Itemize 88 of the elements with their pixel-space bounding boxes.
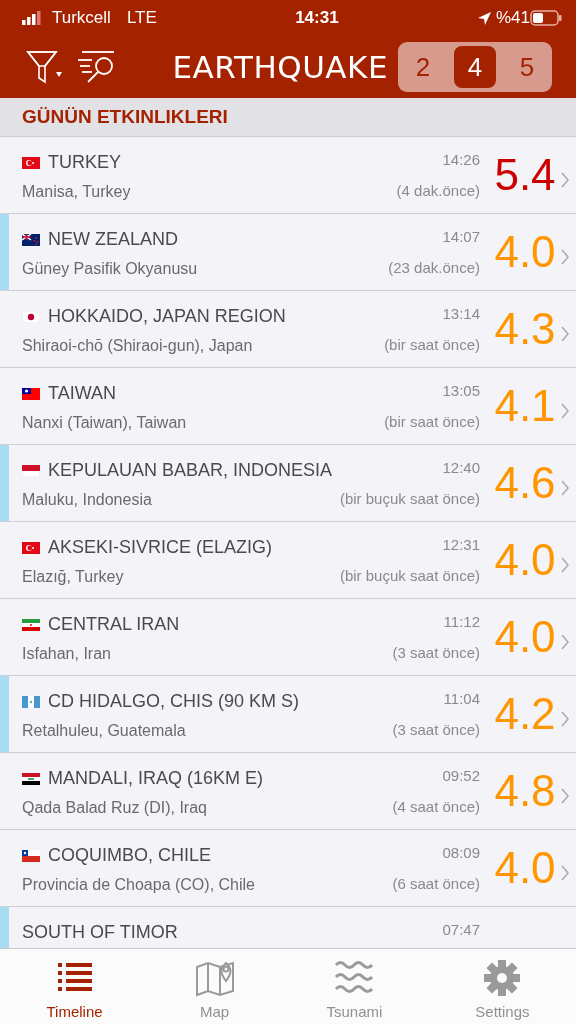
quake-place: Manisa, Turkey xyxy=(22,182,132,202)
quake-time: 07:47 xyxy=(442,920,480,940)
quake-time: 11:12 xyxy=(443,612,480,632)
magnitude-value: 4.0 xyxy=(493,230,557,278)
quake-time: 09:52 xyxy=(442,766,480,786)
flag-icon xyxy=(22,233,40,246)
quake-time: 13:05 xyxy=(442,381,480,401)
chevron-icon xyxy=(561,865,569,881)
magnitude-value: 4.3 xyxy=(493,307,557,355)
chevron-icon xyxy=(561,557,569,573)
quake-region: KEPULAUAN BABAR, INDONESIA xyxy=(48,459,333,482)
magnitude-value: 4.6 xyxy=(493,461,557,509)
relative-time: (3 saat önce) xyxy=(392,642,480,663)
quake-time: 13:14 xyxy=(442,304,480,324)
relative-time: (6 saat önce) xyxy=(392,873,480,894)
quake-region: CENTRAL IRAN xyxy=(48,613,180,636)
quake-region: TURKEY xyxy=(48,151,121,174)
carrier-name: Turkcell xyxy=(52,7,111,30)
magnitude-value: 4.0 xyxy=(493,615,557,663)
clock-time: 14:31 xyxy=(295,7,339,30)
chevron-icon xyxy=(561,788,569,804)
settings-icon xyxy=(483,959,522,997)
quake-place: Shiraoi-chō (Shiraoi-gun), Japan xyxy=(22,336,254,356)
search-list-icon[interactable] xyxy=(78,50,116,84)
magnitude-option[interactable]: 4 xyxy=(454,46,496,88)
chevron-icon xyxy=(561,249,569,265)
relative-time: (3 saat önce) xyxy=(392,719,480,740)
flag-icon xyxy=(22,387,40,400)
magnitude-value: 4.0 xyxy=(493,538,557,586)
relative-time: (bir saat önce) xyxy=(384,411,480,432)
relative-time: (bir buçuk saat önce) xyxy=(339,488,480,509)
quake-place: Nanxi (Taiwan), Taiwan xyxy=(22,413,188,433)
chevron-icon xyxy=(561,480,569,496)
quake-region: AKSEKI-SIVRICE (ELAZIG) xyxy=(48,536,273,559)
flag-icon xyxy=(22,695,40,708)
signal-icon xyxy=(22,11,44,25)
quake-place: Retalhuleu, Guatemala xyxy=(22,721,187,741)
chevron-icon xyxy=(561,711,569,727)
battery-icon xyxy=(530,10,562,26)
quake-time: 14:07 xyxy=(442,227,480,247)
filter-icon[interactable] xyxy=(26,50,62,84)
flag-icon xyxy=(22,618,40,631)
quake-place: Qada Balad Ruz (DI), Iraq xyxy=(22,798,208,818)
magnitude-value: 4.0 xyxy=(493,846,557,894)
flag-icon xyxy=(22,849,40,862)
flag-icon xyxy=(22,156,40,169)
quake-region: NEW ZEALAND xyxy=(48,228,179,251)
flag-icon xyxy=(22,310,40,323)
quake-row[interactable]: SOUTH OF TIMOR 07:47 xyxy=(0,907,576,948)
chevron-icon xyxy=(561,172,569,188)
relative-time: (23 dak.önce) xyxy=(388,257,480,278)
quake-place: Maluku, Indonesia xyxy=(22,490,153,510)
chevron-icon xyxy=(561,634,569,650)
flag-icon xyxy=(22,772,40,785)
quake-region: MANDALI, IRAQ (16KM E) xyxy=(48,767,264,790)
quake-time: 14:26 xyxy=(442,150,480,170)
quake-place: Güney Pasifik Okyanusu xyxy=(22,259,199,279)
tab-item[interactable]: Timeline xyxy=(0,949,150,1024)
flag-icon xyxy=(22,541,40,554)
battery-percent: %41 xyxy=(495,7,530,30)
quake-region: HOKKAIDO, JAPAN REGION xyxy=(48,305,286,328)
quake-region: CD HIDALGO, CHIS (90 KM S) xyxy=(48,690,300,713)
quake-time: 08:09 xyxy=(442,843,480,863)
quake-region: COQUIMBO, CHILE xyxy=(48,844,212,867)
location-arrow-icon xyxy=(476,10,492,26)
quake-place: Isfahan, Iran xyxy=(22,644,112,664)
quake-place: Elazığ, Turkey xyxy=(22,567,125,587)
relative-time: (4 dak.önce) xyxy=(396,180,480,201)
section-title: GÜNÜN ETKINLIKLERI xyxy=(22,104,228,129)
quake-time: 11:04 xyxy=(443,689,480,709)
magnitude-value: 5.4 xyxy=(493,153,557,201)
quake-time: 12:40 xyxy=(442,458,480,478)
magnitude-value: 4.8 xyxy=(493,769,557,817)
map-pin-icon xyxy=(195,959,234,997)
flag-icon xyxy=(22,464,40,477)
network-type: LTE xyxy=(126,7,157,30)
app-title: EARTHQUAKE xyxy=(172,47,388,87)
chevron-icon xyxy=(561,326,569,342)
magnitude-value: 4.2 xyxy=(493,692,557,740)
quake-region: TAIWAN xyxy=(48,382,116,405)
relative-time: (bir saat önce) xyxy=(384,334,480,355)
relative-time: (bir buçuk saat önce) xyxy=(339,565,480,586)
quake-time: 12:31 xyxy=(442,535,480,555)
chevron-icon xyxy=(561,403,569,419)
magnitude-value: 4.1 xyxy=(493,384,557,432)
relative-time: (4 saat önce) xyxy=(392,796,480,817)
quake-region: SOUTH OF TIMOR xyxy=(22,921,178,944)
quake-place: Provincia de Choapa (CO), Chile xyxy=(22,875,256,895)
